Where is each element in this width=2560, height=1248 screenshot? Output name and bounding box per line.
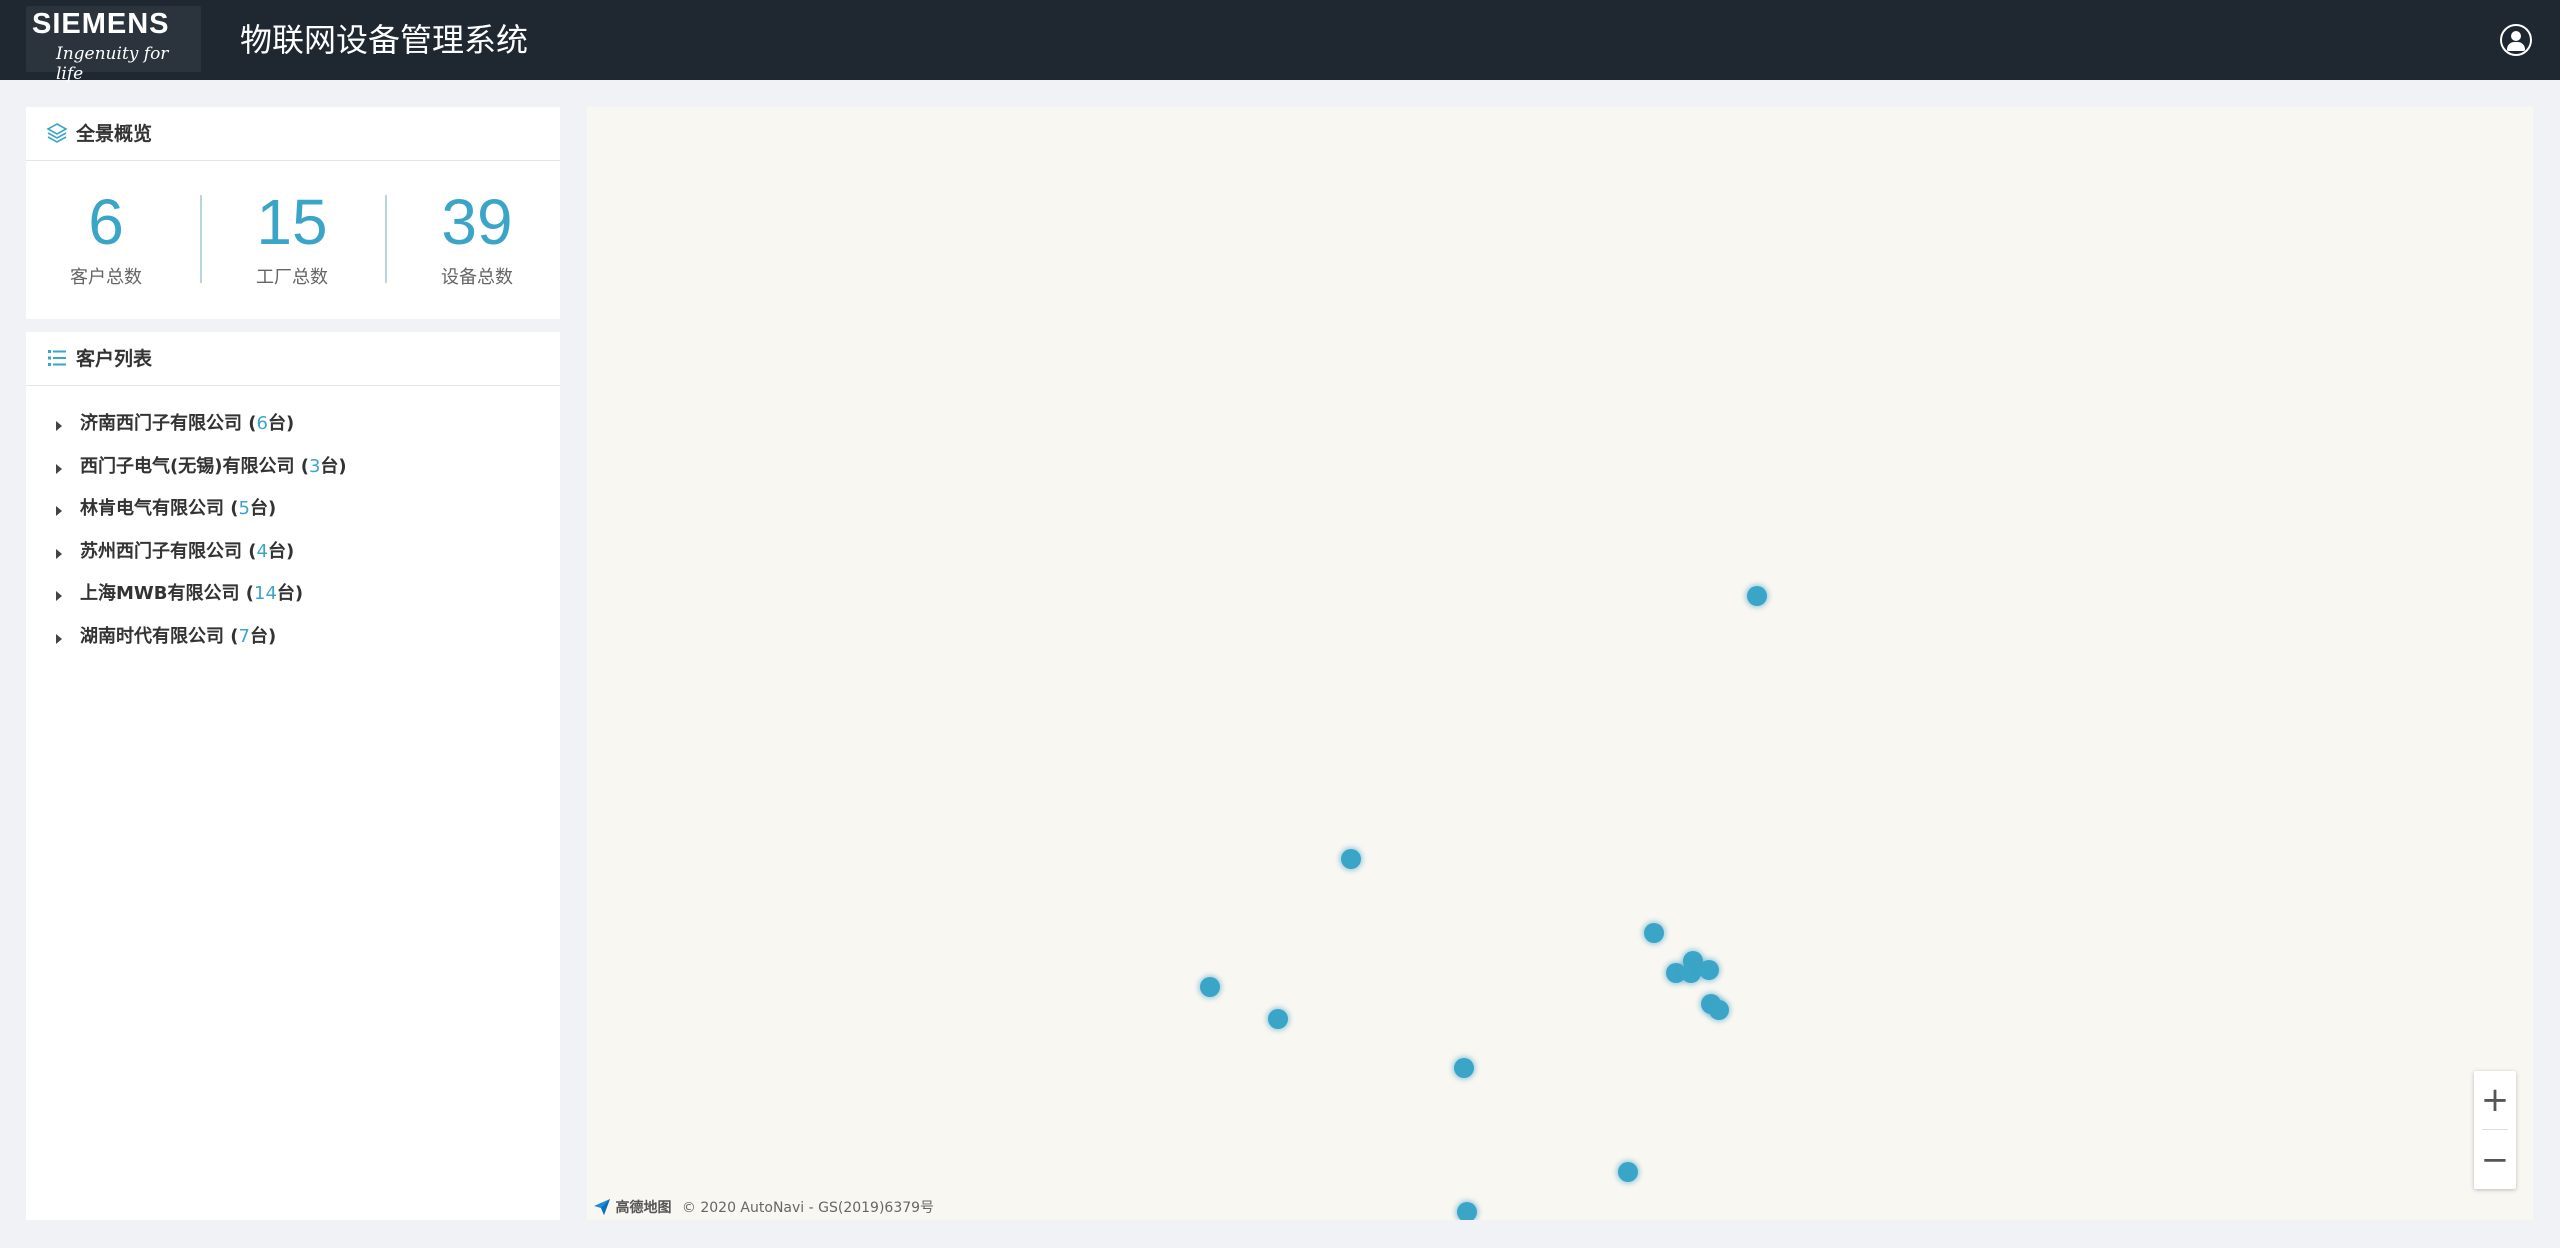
- top-bar: SIEMENS Ingenuity for life 物联网设备管理系统: [0, 0, 2560, 84]
- map-marker[interactable]: [1681, 963, 1701, 983]
- stat-label: 工厂总数: [256, 267, 328, 288]
- device-count: 4: [256, 541, 268, 562]
- customer-name: 济南西门子有限公司: [80, 413, 242, 434]
- overview-title: 全景概览: [76, 123, 153, 145]
- customer-name: 苏州西门子有限公司: [80, 541, 242, 562]
- siemens-logo[interactable]: SIEMENS Ingenuity for life: [26, 6, 201, 84]
- overview-header: 全景概览: [26, 107, 560, 161]
- map-marker[interactable]: [1341, 849, 1361, 869]
- stat-factories: 15 工厂总数: [212, 187, 372, 289]
- device-map[interactable]: + − 高德地图 © 2020 AutoNavi - GS(2019)6379号: [587, 107, 2533, 1220]
- stat-value: 6: [88, 186, 124, 258]
- map-attribution: 高德地图 © 2020 AutoNavi - GS(2019)6379号: [593, 1197, 934, 1217]
- zoom-control: + −: [2474, 1071, 2516, 1189]
- map-marker[interactable]: [1709, 1000, 1729, 1020]
- user-circle-icon[interactable]: [2500, 24, 2532, 56]
- customer-name: 林肯电气有限公司: [80, 498, 224, 519]
- map-marker[interactable]: [1457, 1202, 1477, 1220]
- stat-label: 设备总数: [441, 267, 513, 288]
- map-marker[interactable]: [1618, 1162, 1638, 1182]
- caret-right-icon[interactable]: [56, 464, 62, 474]
- map-marker[interactable]: [1644, 923, 1664, 943]
- customer-name: 湖南时代有限公司: [80, 626, 224, 647]
- device-count: 5: [238, 498, 250, 519]
- stat-customers: 6 客户总数: [26, 187, 186, 289]
- device-count: 7: [238, 626, 250, 647]
- stat-label: 客户总数: [70, 267, 142, 288]
- list-icon: [48, 350, 66, 366]
- caret-right-icon[interactable]: [56, 634, 62, 644]
- zoom-in-button[interactable]: +: [2474, 1071, 2516, 1129]
- stat-divider: [200, 195, 202, 283]
- app-title: 物联网设备管理系统: [240, 21, 529, 59]
- stat-value: 15: [256, 186, 328, 258]
- device-count: 6: [256, 413, 268, 434]
- stat-divider: [385, 195, 387, 283]
- caret-right-icon[interactable]: [56, 506, 62, 516]
- customer-list-panel: 客户列表 济南西门子有限公司 (6台) 西门子电气(无锡)有限公司 (3台) 林…: [26, 332, 560, 1220]
- customer-list-header: 客户列表: [26, 332, 560, 386]
- customer-list-title: 客户列表: [76, 348, 153, 370]
- map-marker[interactable]: [1268, 1009, 1288, 1029]
- map-marker[interactable]: [1454, 1058, 1474, 1078]
- customer-name: 上海MWB有限公司: [80, 583, 240, 604]
- map-copyright: © 2020 AutoNavi - GS(2019)6379号: [681, 1200, 935, 1216]
- zoom-divider: [2482, 1129, 2508, 1130]
- logo-tagline: Ingenuity for life: [56, 44, 169, 84]
- caret-right-icon[interactable]: [56, 421, 62, 431]
- caret-right-icon[interactable]: [56, 549, 62, 559]
- layers-icon: [46, 123, 68, 143]
- amap-logo-icon: [594, 1199, 610, 1215]
- customer-name: 西门子电气(无锡)有限公司: [80, 456, 295, 477]
- map-marker[interactable]: [1200, 977, 1220, 997]
- stat-value: 39: [441, 186, 513, 258]
- map-provider: 高德地图: [615, 1200, 672, 1216]
- zoom-out-button[interactable]: −: [2474, 1131, 2516, 1189]
- device-count: 3: [308, 456, 321, 477]
- map-marker[interactable]: [1699, 960, 1719, 980]
- logo-wordmark: SIEMENS: [32, 8, 170, 40]
- overview-panel: 全景概览 6 客户总数 15 工厂总数 39 设备总数: [26, 107, 560, 319]
- caret-right-icon[interactable]: [56, 591, 62, 601]
- stat-devices: 39 设备总数: [397, 187, 557, 289]
- device-count: 14: [254, 583, 277, 604]
- map-marker[interactable]: [1747, 586, 1767, 606]
